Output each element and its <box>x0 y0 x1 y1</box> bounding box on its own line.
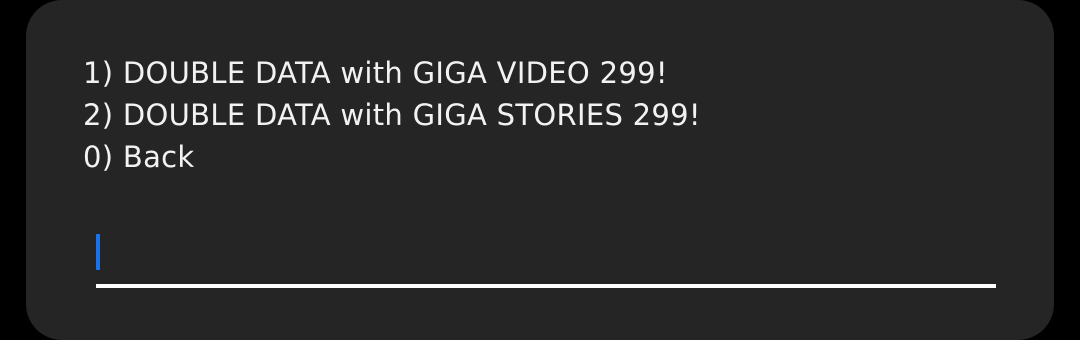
ussd-dialog: 1) DOUBLE DATA with GIGA VIDEO 299! 2) D… <box>26 0 1054 340</box>
input-underline <box>96 284 996 288</box>
menu-option-back: 0) Back <box>83 140 195 174</box>
ussd-menu: 1) DOUBLE DATA with GIGA VIDEO 299! 2) D… <box>83 52 701 178</box>
menu-option-2: 2) DOUBLE DATA with GIGA STORIES 299! <box>83 98 701 132</box>
reply-input[interactable] <box>104 228 984 276</box>
text-cursor <box>96 234 100 270</box>
reply-input-area[interactable] <box>96 228 996 290</box>
menu-option-1: 1) DOUBLE DATA with GIGA VIDEO 299! <box>83 56 668 90</box>
